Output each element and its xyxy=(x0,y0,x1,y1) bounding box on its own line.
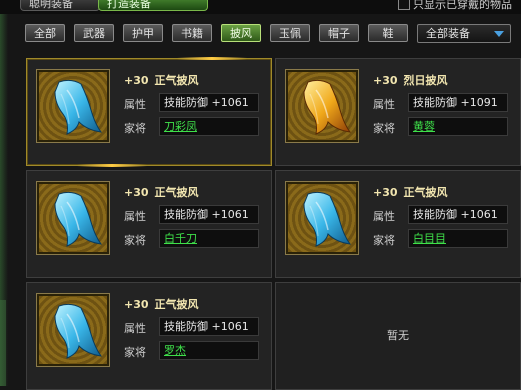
empty-slot-text: 暂无 xyxy=(387,329,409,342)
general-field: 黄蓉 xyxy=(408,117,508,136)
show-equipped-label: 只显示已穿戴的物品 xyxy=(413,0,512,11)
general-label: 家将 xyxy=(124,234,146,247)
filter-tab-all[interactable]: 全部 xyxy=(25,24,65,42)
item-name: +30 正气披风 xyxy=(124,186,199,199)
tab-crafted-equipment[interactable]: 打造装备 xyxy=(98,0,208,11)
filter-tab-book[interactable]: 书籍 xyxy=(172,24,212,42)
equipment-card-1[interactable]: +30 正气披风 属性 技能防御 +1061 家将 刀彩凤 xyxy=(26,57,272,167)
dropdown-selected-value: 全部装备 xyxy=(426,27,470,40)
equipment-card-3[interactable]: +30 正气披风 属性 技能防御 +1061 家将 白千刀 xyxy=(26,170,272,278)
attribute-label: 属性 xyxy=(373,98,395,111)
general-label: 家将 xyxy=(373,234,395,247)
empty-equipment-slot: 暂无 xyxy=(275,282,521,390)
cloak-icon[interactable] xyxy=(285,69,359,143)
general-label: 家将 xyxy=(124,122,146,135)
general-name-link[interactable]: 黄蓉 xyxy=(413,120,435,133)
item-name: +30 烈日披风 xyxy=(373,74,448,87)
general-field: 罗杰 xyxy=(159,341,259,360)
filter-tab-jade[interactable]: 玉佩 xyxy=(270,24,310,42)
general-name-link[interactable]: 刀彩凤 xyxy=(164,120,197,133)
item-name: +30 正气披风 xyxy=(373,186,448,199)
cloak-icon[interactable] xyxy=(285,181,359,255)
chevron-down-icon xyxy=(494,31,504,37)
attribute-label: 属性 xyxy=(373,210,395,223)
selection-glow xyxy=(177,57,247,60)
equipment-card-5[interactable]: +30 正气披风 属性 技能防御 +1061 家将 罗杰 xyxy=(26,282,272,390)
item-name: +30 正气披风 xyxy=(124,298,199,311)
general-field: 白千刀 xyxy=(159,229,259,248)
filter-tab-shoes[interactable]: 鞋 xyxy=(368,24,408,42)
filter-tab-hat[interactable]: 帽子 xyxy=(319,24,359,42)
cloak-icon[interactable] xyxy=(36,181,110,255)
equipment-card-4[interactable]: +30 正气披风 属性 技能防御 +1061 家将 白目目 xyxy=(275,170,521,278)
general-name-link[interactable]: 罗杰 xyxy=(164,344,186,357)
cloak-icon[interactable] xyxy=(36,293,110,367)
equipment-card-2[interactable]: +30 烈日披风 属性 技能防御 +1091 家将 黄蓉 xyxy=(275,58,521,166)
attribute-value: 技能防御 +1061 xyxy=(408,205,508,224)
attribute-label: 属性 xyxy=(124,210,146,223)
general-field: 白目目 xyxy=(408,229,508,248)
attribute-label: 属性 xyxy=(124,322,146,335)
filter-tab-armor[interactable]: 护甲 xyxy=(123,24,163,42)
equipment-filter-bar: 全部 武器 护甲 书籍 披风 玉佩 帽子 鞋 全部装备 xyxy=(25,24,519,44)
show-equipped-checkbox[interactable] xyxy=(398,0,410,10)
attribute-label: 属性 xyxy=(124,98,146,111)
cloak-icon[interactable] xyxy=(36,69,110,143)
general-label: 家将 xyxy=(373,122,395,135)
general-field: 刀彩凤 xyxy=(159,117,259,136)
general-name-link[interactable]: 白千刀 xyxy=(164,232,197,245)
attribute-value: 技能防御 +1091 xyxy=(408,93,508,112)
selection-glow xyxy=(77,164,147,167)
item-name: +30 正气披风 xyxy=(124,74,199,87)
tab-general-equipment[interactable]: 聪明装备 xyxy=(20,0,100,11)
attribute-value: 技能防御 +1061 xyxy=(159,205,259,224)
left-border-glow xyxy=(0,300,6,386)
general-name-link[interactable]: 白目目 xyxy=(413,232,446,245)
equipment-type-dropdown[interactable]: 全部装备 xyxy=(417,24,511,43)
general-label: 家将 xyxy=(124,346,146,359)
filter-tab-weapon[interactable]: 武器 xyxy=(74,24,114,42)
attribute-value: 技能防御 +1061 xyxy=(159,93,259,112)
attribute-value: 技能防御 +1061 xyxy=(159,317,259,336)
filter-tab-cloak[interactable]: 披风 xyxy=(221,24,261,42)
